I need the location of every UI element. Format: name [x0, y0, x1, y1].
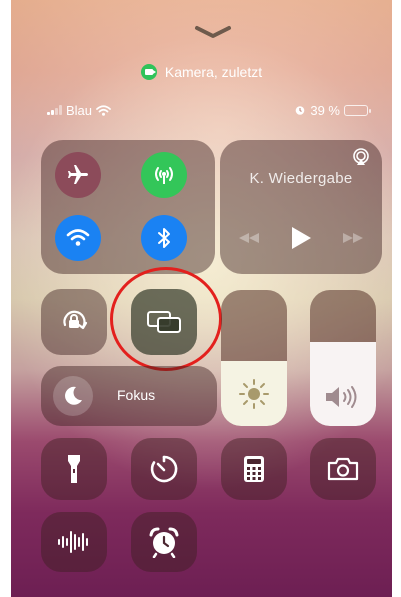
- now-playing-title: K. Wiedergabe: [249, 170, 353, 187]
- sound-recognition-icon: [58, 531, 88, 553]
- sound-recognition-button[interactable]: [41, 512, 107, 572]
- rotation-lock-icon: [63, 310, 88, 330]
- brightness-slider[interactable]: [221, 290, 287, 426]
- timer-button[interactable]: [131, 438, 197, 500]
- connectivity-panel: [41, 140, 215, 274]
- cellular-data-toggle[interactable]: [141, 152, 187, 198]
- camera-icon: [327, 457, 359, 481]
- airplane-icon: [68, 165, 88, 184]
- calculator-button[interactable]: [221, 438, 287, 500]
- forward-icon[interactable]: [342, 232, 364, 244]
- flashlight-icon: [68, 455, 80, 483]
- screen-mirroring-icon: [147, 311, 181, 333]
- flashlight-button[interactable]: [41, 438, 107, 500]
- bluetooth-icon: [158, 228, 170, 248]
- focus-label: Fokus: [117, 387, 156, 403]
- recent-app-indicator: Kamera, zuletzt: [11, 64, 392, 80]
- status-bar: Blau 39 %: [47, 102, 371, 118]
- alarm-icon: [296, 106, 305, 115]
- timer-icon: [150, 455, 178, 483]
- camera-icon: [140, 64, 157, 80]
- focus-button[interactable]: Fokus: [41, 366, 217, 426]
- carrier-label: Blau: [66, 102, 93, 118]
- sun-icon: [239, 379, 269, 409]
- recent-app-label: Kamera, zuletzt: [164, 64, 263, 80]
- moon-icon: [65, 386, 82, 405]
- play-icon[interactable]: [290, 226, 312, 250]
- cellular-icon: [155, 167, 173, 184]
- screen-mirroring-button[interactable]: [131, 289, 197, 355]
- media-controls: [220, 226, 382, 250]
- camera-button[interactable]: [310, 438, 376, 500]
- signal-icon: [47, 105, 62, 115]
- speaker-icon: [326, 386, 357, 408]
- wifi-icon: [66, 229, 90, 246]
- airplane-mode-toggle[interactable]: [55, 152, 101, 198]
- rewind-icon[interactable]: [238, 232, 260, 244]
- control-center: Kamera, zuletzt Blau 39 % K. Wiedergabe …: [11, 0, 392, 597]
- alarm-clock-icon: [149, 527, 179, 558]
- alarm-clock-button[interactable]: [131, 512, 197, 572]
- calculator-icon: [244, 456, 264, 482]
- volume-slider[interactable]: [310, 290, 376, 426]
- battery-icon: [344, 104, 371, 116]
- wifi-icon: [96, 104, 111, 116]
- chevron-down-icon[interactable]: [193, 24, 233, 40]
- wifi-toggle[interactable]: [55, 215, 101, 261]
- now-playing-panel[interactable]: K. Wiedergabe: [220, 140, 382, 274]
- airplay-icon[interactable]: [352, 148, 370, 166]
- rotation-lock-button[interactable]: [41, 289, 107, 355]
- battery-percentage: 39 %: [310, 102, 340, 118]
- bluetooth-toggle[interactable]: [141, 215, 187, 261]
- focus-icon-circle: [53, 376, 93, 416]
